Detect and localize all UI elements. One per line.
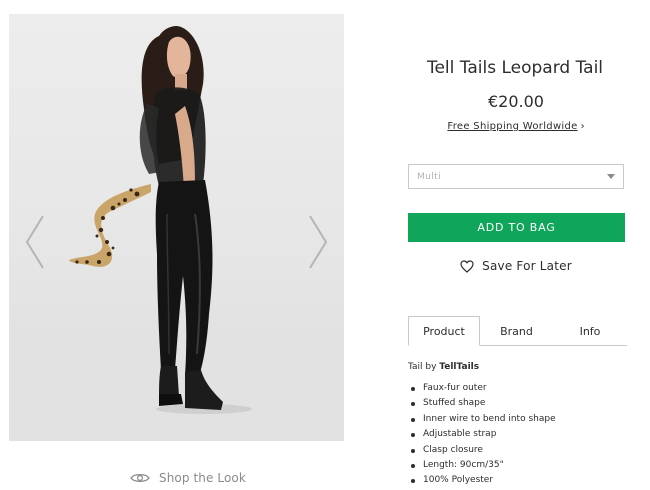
chevron-right-icon: [309, 215, 328, 269]
list-item: Stuffed shape: [408, 396, 628, 411]
tab-info[interactable]: Info: [553, 316, 627, 346]
caret-down-icon: [607, 174, 615, 179]
product-image-gallery[interactable]: [9, 14, 344, 441]
list-item: 100% Polyester: [408, 473, 628, 488]
previous-image-button[interactable]: [23, 212, 49, 272]
shop-the-look-label: Shop the Look: [159, 471, 246, 485]
eye-icon: [130, 474, 150, 482]
shipping-info: Free Shipping Worldwide ›: [405, 121, 627, 132]
product-description: Tail by TellTails Faux-fur outer Stuffed…: [408, 362, 628, 489]
free-shipping-link[interactable]: Free Shipping Worldwide: [447, 121, 577, 132]
product-photo: [9, 26, 344, 441]
product-info-tabs: Product Brand Info: [408, 316, 627, 346]
description-intro-prefix: Tail by: [408, 362, 440, 372]
variant-select[interactable]: Multi: [408, 164, 624, 189]
list-item: Faux-fur outer: [408, 381, 628, 396]
description-intro: Tail by TellTails: [408, 362, 628, 372]
tab-product[interactable]: Product: [408, 316, 480, 346]
list-item: Adjustable strap: [408, 427, 628, 442]
heart-icon: [460, 259, 474, 273]
product-price: €20.00: [488, 92, 544, 111]
variant-select-value: Multi: [417, 171, 441, 182]
list-item: Length: 90cm/35": [408, 458, 628, 473]
shop-the-look-link[interactable]: Shop the Look: [130, 468, 246, 488]
list-item: Inner wire to bend into shape: [408, 412, 628, 427]
next-image-button[interactable]: [304, 212, 330, 272]
product-page: Shop the Look Tell Tails Leopard Tail €2…: [0, 0, 650, 490]
brand-name: TellTails: [439, 362, 480, 372]
product-title: Tell Tails Leopard Tail: [426, 58, 604, 78]
tab-brand[interactable]: Brand: [480, 316, 553, 346]
save-for-later-button[interactable]: Save For Later: [405, 259, 627, 273]
save-for-later-label: Save For Later: [482, 259, 572, 273]
list-item: Clasp closure: [408, 443, 628, 458]
chevron-right-small-icon: ›: [580, 121, 585, 132]
feature-list: Faux-fur outer Stuffed shape Inner wire …: [408, 381, 628, 489]
chevron-left-icon: [25, 215, 44, 269]
add-to-bag-button[interactable]: ADD TO BAG: [408, 213, 625, 242]
